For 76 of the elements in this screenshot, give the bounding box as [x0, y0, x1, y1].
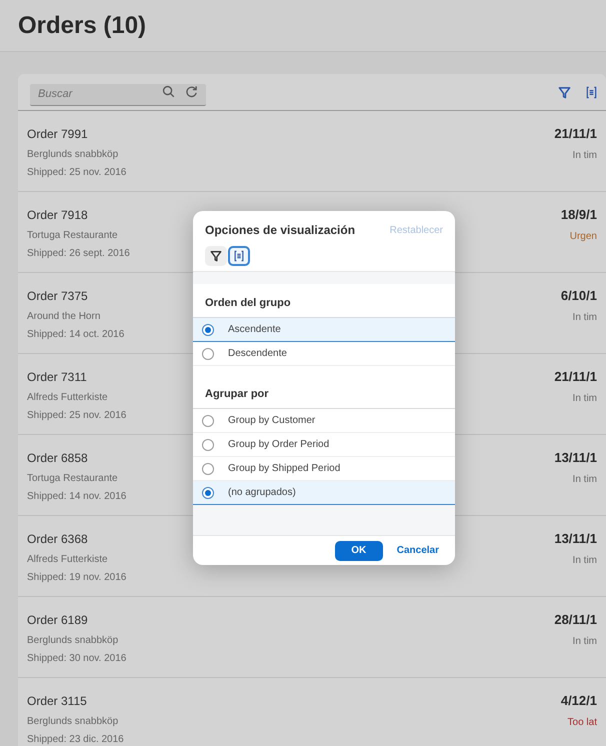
order-status: In tim — [572, 474, 597, 486]
section-title: Agrupar por — [205, 386, 269, 402]
order-date: 18/9/1 — [560, 208, 597, 222]
option-label: Ascendente — [228, 323, 281, 337]
customer-name: Alfreds Futterkiste — [27, 392, 109, 404]
order-title: Order 7311 — [27, 370, 88, 384]
cancel-button[interactable]: Cancelar — [396, 543, 439, 558]
shipped-date: Shipped: 25 nov. 2016 — [27, 410, 126, 422]
shipped-date: Shipped: 25 nov. 2016 — [27, 167, 126, 179]
customer-name: Tortuga Restaurante — [27, 473, 119, 485]
order-title: Order 6858 — [27, 451, 89, 465]
filter-icon — [210, 250, 222, 262]
radio-option[interactable]: Group by Customer — [193, 409, 455, 433]
order-date: 28/11/1 — [554, 613, 597, 627]
order-title: Order 6368 — [27, 532, 89, 546]
dialog-title: Opciones de visualización — [205, 222, 356, 239]
search-field[interactable]: Buscar — [30, 84, 206, 106]
customer-name: Around the Horn — [27, 311, 102, 323]
order-date: 6/10/1 — [560, 289, 597, 303]
order-date: 21/11/1 — [554, 127, 597, 141]
radio-button[interactable] — [202, 348, 214, 360]
radio-option[interactable]: Group by Shipped Period — [193, 457, 455, 481]
customer-name: Berglunds snabbköp — [27, 716, 120, 728]
order-title: Order 3115 — [27, 694, 88, 708]
order-status: In tim — [572, 636, 597, 648]
radio-option[interactable]: Group by Order Period — [193, 433, 455, 457]
order-status: In tim — [572, 555, 597, 567]
order-status: Urgen — [570, 231, 597, 243]
order-status: In tim — [572, 312, 597, 324]
order-list-item[interactable]: Order 6189 Berglunds snabbköp Shipped: 30 nov. 2016 28/11/1 In tim — [18, 597, 606, 678]
radio-option[interactable]: Descendente — [193, 342, 455, 366]
section-title: Orden del grupo — [205, 296, 291, 310]
radio-option[interactable]: (no agrupados) — [193, 481, 455, 505]
option-label: Group by Order Period — [228, 438, 330, 452]
radio-button[interactable] — [202, 438, 214, 450]
radio-button[interactable] — [202, 462, 214, 474]
order-date: 4/12/1 — [560, 694, 597, 708]
shipped-date: Shipped: 23 dic. 2016 — [27, 734, 124, 746]
refresh-icon[interactable] — [185, 85, 198, 98]
shipped-date: Shipped: 26 sept. 2016 — [27, 248, 130, 260]
shipped-date: Shipped: 14 oct. 2016 — [27, 329, 124, 341]
group-settings-icon — [585, 86, 598, 98]
shipped-date: Shipped: 14 nov. 2016 — [27, 491, 126, 503]
order-date: 21/11/1 — [554, 370, 597, 384]
order-list-item[interactable]: Order 3115 Berglunds snabbköp Shipped: 23 dic. 2016 4/12/1 Too lat — [18, 678, 606, 746]
order-title: Order 7991 — [27, 127, 89, 141]
radio-option[interactable]: Ascendente — [193, 318, 455, 342]
order-list-item[interactable]: Order 7991 Berglunds snabbköp Shipped: 25 nov. 2016 21/11/1 In tim — [18, 111, 606, 192]
order-status: Too lat — [568, 717, 597, 729]
shipped-date: Shipped: 19 nov. 2016 — [27, 572, 126, 584]
radio-button[interactable] — [202, 486, 214, 498]
order-title: Order 7918 — [27, 208, 89, 222]
order-status: In tim — [572, 393, 597, 405]
customer-name: Tortuga Restaurante — [27, 230, 119, 242]
filter-icon — [558, 86, 571, 98]
filter-tab[interactable] — [205, 246, 227, 266]
shipped-date: Shipped: 30 nov. 2016 — [27, 653, 126, 665]
option-label: Descendente — [228, 347, 287, 361]
option-label: Group by Shipped Period — [228, 462, 340, 476]
radio-button[interactable] — [202, 324, 214, 336]
order-date: 13/11/1 — [554, 451, 597, 465]
page-title: Orders (10) — [18, 10, 146, 40]
order-date: 13/11/1 — [554, 532, 597, 546]
ok-button[interactable]: OK — [334, 540, 383, 560]
group-tab[interactable] — [228, 246, 250, 266]
customer-name: Alfreds Futterkiste — [27, 554, 109, 566]
radio-button[interactable] — [202, 414, 214, 426]
customer-name: Berglunds snabbköp — [27, 635, 120, 647]
order-title: Order 6189 — [27, 613, 89, 627]
order-title: Order 7375 — [27, 289, 89, 303]
option-label: Group by Customer — [228, 414, 316, 428]
order-status: In tim — [572, 150, 597, 162]
group-icon — [233, 250, 245, 262]
search-icon[interactable] — [162, 85, 175, 98]
customer-name: Berglunds snabbköp — [27, 149, 120, 161]
option-label: (no agrupados) — [228, 486, 296, 500]
